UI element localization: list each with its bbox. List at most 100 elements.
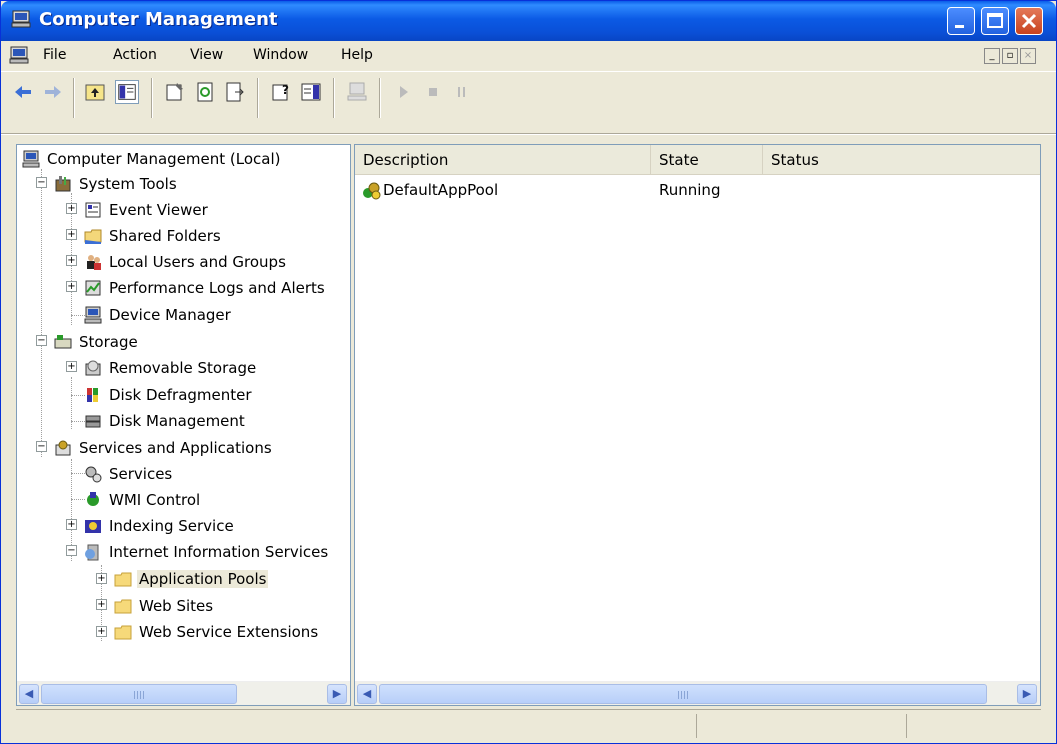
- computer-management-window: Computer Management File Action View Win…: [0, 0, 1057, 744]
- connect-computer-icon[interactable]: [345, 80, 369, 104]
- tree-label: Web Service Extensions: [139, 622, 319, 641]
- stop-icon[interactable]: [421, 80, 445, 104]
- tree-item-local-users[interactable]: Local Users and Groups: [83, 250, 288, 276]
- expand-perf-logs[interactable]: +: [66, 281, 77, 292]
- tree-item-indexing[interactable]: Indexing Service: [83, 514, 236, 540]
- scroll-left-button[interactable]: ◀: [357, 684, 377, 704]
- tree-label: Services and Applications: [79, 438, 272, 457]
- menu-help[interactable]: Help: [341, 47, 373, 63]
- collapse-system-tools[interactable]: −: [36, 177, 47, 188]
- show-hide-console-tree-icon[interactable]: [115, 80, 139, 104]
- expand-shared-folders[interactable]: +: [66, 229, 77, 240]
- device-manager-icon: [84, 306, 102, 323]
- child-restore-button[interactable]: ▫: [1002, 48, 1018, 64]
- document-icon[interactable]: [9, 46, 29, 64]
- minimize-button[interactable]: [947, 7, 975, 35]
- tree-item-services[interactable]: Services: [83, 462, 174, 488]
- details-horizontal-scrollbar[interactable]: ◀ ▶: [355, 681, 1040, 705]
- toolbar: ?: [1, 71, 1056, 141]
- tree-item-storage[interactable]: Storage: [53, 330, 140, 356]
- menu-view[interactable]: View: [190, 47, 223, 63]
- tree-item-shared-folders[interactable]: Shared Folders: [83, 224, 223, 250]
- close-button[interactable]: [1015, 7, 1043, 35]
- back-icon[interactable]: [11, 80, 35, 104]
- tree-item-wmi[interactable]: WMI Control: [83, 488, 202, 514]
- menu-file[interactable]: File: [43, 47, 66, 63]
- tree-root-label: Computer Management (Local): [47, 149, 281, 168]
- forward-icon[interactable]: [41, 80, 65, 104]
- tree-item-services-apps[interactable]: Services and Applications: [53, 436, 274, 462]
- toolbar-separator: [333, 78, 335, 118]
- tree-item-disk-defrag[interactable]: Disk Defragmenter: [83, 383, 254, 409]
- child-close-button[interactable]: ×: [1020, 48, 1036, 64]
- export-list-icon[interactable]: [223, 80, 247, 104]
- column-header-description[interactable]: Description: [355, 145, 651, 175]
- up-one-level-icon[interactable]: [83, 80, 107, 104]
- show-hide-action-pane-icon[interactable]: [299, 80, 323, 104]
- scroll-thumb[interactable]: [379, 684, 987, 704]
- child-minimize-button[interactable]: _: [984, 48, 1000, 64]
- collapse-iis[interactable]: −: [66, 545, 77, 556]
- title-bar[interactable]: Computer Management: [1, 1, 1056, 41]
- console-tree: Computer Management (Local) − System Too…: [16, 144, 351, 706]
- cell-description: DefaultAppPool: [383, 181, 499, 199]
- expand-web-ext[interactable]: +: [96, 626, 107, 637]
- tree-root[interactable]: Computer Management (Local): [21, 147, 283, 173]
- toolbar-divider: [1, 133, 1056, 135]
- scroll-right-button[interactable]: ▶: [1017, 684, 1037, 704]
- tree-label: Removable Storage: [109, 358, 257, 377]
- computer-icon: [22, 150, 40, 167]
- tree-label: WMI Control: [109, 490, 201, 509]
- folder-icon: [114, 625, 132, 639]
- expand-event-viewer[interactable]: +: [66, 203, 77, 214]
- tree-item-iis[interactable]: Internet Information Services: [83, 540, 330, 566]
- tree-item-web-ext[interactable]: Web Service Extensions: [113, 620, 320, 646]
- tree-item-app-pools[interactable]: Application Pools: [113, 567, 269, 593]
- tree-item-system-tools[interactable]: System Tools: [53, 172, 179, 198]
- expand-app-pools[interactable]: +: [96, 573, 107, 584]
- tree-horizontal-scrollbar[interactable]: ◀ ▶: [17, 681, 350, 705]
- maximize-button[interactable]: [981, 7, 1009, 35]
- cell-state: Running: [659, 181, 721, 199]
- column-header-state[interactable]: State: [651, 145, 763, 175]
- tree-item-disk-mgmt[interactable]: Disk Management: [83, 409, 247, 435]
- refresh-icon[interactable]: [193, 80, 217, 104]
- services-icon: [85, 466, 102, 482]
- scroll-thumb[interactable]: [41, 684, 237, 704]
- properties-icon[interactable]: [163, 80, 187, 104]
- tree-label: Web Sites: [139, 596, 214, 615]
- scroll-left-button[interactable]: ◀: [19, 684, 39, 704]
- status-cell: [906, 714, 1041, 738]
- tree-item-device-manager[interactable]: Device Manager: [83, 303, 233, 329]
- column-header-status[interactable]: Status: [763, 145, 1040, 175]
- toolbar-separator: [73, 78, 75, 118]
- expand-web-sites[interactable]: +: [96, 599, 107, 610]
- folder-icon: [114, 599, 132, 613]
- tree-item-event-viewer[interactable]: Event Viewer: [83, 198, 210, 224]
- start-icon[interactable]: [391, 80, 415, 104]
- tree-item-web-sites[interactable]: Web Sites: [113, 594, 215, 620]
- tree-item-perf-logs[interactable]: Performance Logs and Alerts: [83, 276, 327, 302]
- help-icon[interactable]: ?: [269, 80, 293, 104]
- menu-action[interactable]: Action: [113, 47, 157, 63]
- tree-label: Performance Logs and Alerts: [109, 278, 325, 297]
- tree-label: Storage: [79, 332, 138, 351]
- wmi-control-icon: [87, 491, 99, 506]
- expand-removable-storage[interactable]: +: [66, 361, 77, 372]
- scroll-grip: [678, 691, 688, 699]
- scroll-right-button[interactable]: ▶: [327, 684, 347, 704]
- event-viewer-icon: [85, 202, 101, 217]
- shared-folder-icon: [84, 229, 102, 244]
- collapse-services-apps[interactable]: −: [36, 441, 47, 452]
- menu-window[interactable]: Window: [253, 47, 308, 63]
- folder-icon: [114, 572, 132, 586]
- expand-local-users[interactable]: +: [66, 255, 77, 266]
- collapse-storage[interactable]: −: [36, 335, 47, 346]
- pause-icon[interactable]: [449, 80, 473, 104]
- table-row[interactable]: DefaultAppPool Running: [355, 179, 1040, 205]
- app-pool-icon: [363, 182, 381, 200]
- tree-item-removable-storage[interactable]: Removable Storage: [83, 356, 258, 382]
- expand-indexing[interactable]: +: [66, 519, 77, 530]
- scroll-grip: [134, 691, 144, 699]
- tree-label: Disk Defragmenter: [109, 385, 252, 404]
